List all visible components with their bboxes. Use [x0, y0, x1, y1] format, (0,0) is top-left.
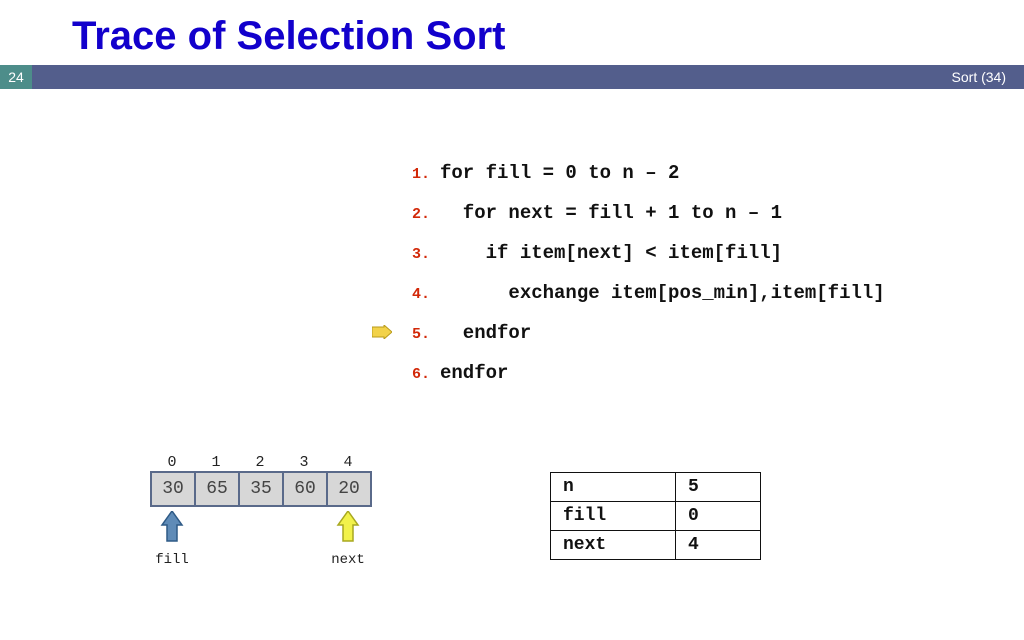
- array-index-label: 2: [238, 454, 282, 471]
- pointer-next: next: [326, 511, 370, 568]
- array-index-label: 4: [326, 454, 370, 471]
- array-cell: 35: [240, 473, 284, 505]
- array-indices: 01234: [150, 454, 372, 471]
- code-line: 1. for fill = 0 to n – 2: [400, 154, 885, 194]
- var-name: next: [551, 531, 676, 560]
- code-line-number: 4.: [400, 276, 430, 314]
- current-line-pointer-icon: [372, 315, 392, 353]
- slide-title: Trace of Selection Sort: [72, 14, 1024, 59]
- slide-number-badge: 24: [0, 65, 32, 89]
- header-bar: 24 Sort (34): [0, 65, 1024, 89]
- code-line-number: 1.: [400, 156, 430, 194]
- var-value: 5: [676, 473, 761, 502]
- variables-table: n5fill0next4: [550, 472, 761, 560]
- code-line-number: 6.: [400, 356, 430, 394]
- var-value: 0: [676, 502, 761, 531]
- code-line: 6. endfor: [400, 354, 885, 394]
- code-line: 4. exchange item[pos_min],item[fill]: [400, 274, 885, 314]
- table-row: fill0: [551, 502, 761, 531]
- code-line-text: endfor: [440, 322, 531, 344]
- table-row: next4: [551, 531, 761, 560]
- pointer-fill: fill: [150, 511, 194, 568]
- pseudocode-block: 1. for fill = 0 to n – 2 2. for next = fil…: [400, 154, 885, 394]
- array-index-label: 1: [194, 454, 238, 471]
- code-line-number: 5.: [400, 316, 430, 354]
- array-cell: 60: [284, 473, 328, 505]
- array-index-label: 0: [150, 454, 194, 471]
- code-line: 5. endfor: [400, 314, 885, 354]
- table-row: n5: [551, 473, 761, 502]
- array-pointers: fill next: [150, 511, 372, 571]
- code-line: 3. if item[next] < item[fill]: [400, 234, 885, 274]
- code-line-text: for next = fill + 1 to n – 1: [440, 202, 782, 224]
- var-value: 4: [676, 531, 761, 560]
- code-line-text: for fill = 0 to n – 2: [440, 162, 679, 184]
- code-line-text: if item[next] < item[fill]: [440, 242, 782, 264]
- array-cell: 20: [328, 473, 372, 505]
- code-line-number: 2.: [400, 196, 430, 234]
- code-line-text: endfor: [440, 362, 508, 384]
- code-line: 2. for next = fill + 1 to n – 1: [400, 194, 885, 234]
- var-name: fill: [551, 502, 676, 531]
- array-index-label: 3: [282, 454, 326, 471]
- array-visual: 01234 3065356020 fillnext: [150, 454, 372, 571]
- pointer-label: fill: [150, 552, 194, 568]
- var-name: n: [551, 473, 676, 502]
- array-cells: 3065356020: [150, 471, 372, 507]
- slide: Trace of Selection Sort 24 Sort (34) 1.f…: [0, 14, 1024, 640]
- code-line-number: 3.: [400, 236, 430, 274]
- array-cell: 65: [196, 473, 240, 505]
- code-line-text: exchange item[pos_min],item[fill]: [440, 282, 885, 304]
- slide-ref: Sort (34): [32, 65, 1024, 89]
- pointer-label: next: [326, 552, 370, 568]
- array-cell: 30: [152, 473, 196, 505]
